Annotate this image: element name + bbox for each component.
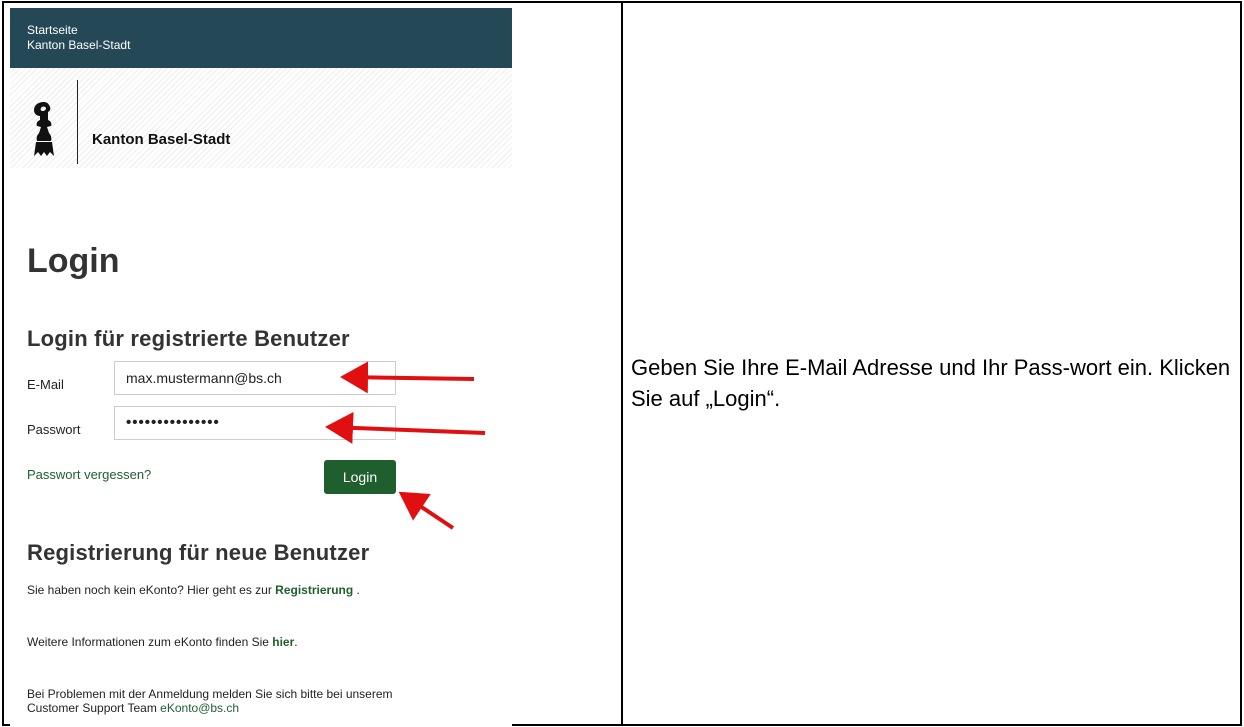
forgot-password-link[interactable]: Passwort vergessen?	[27, 467, 151, 482]
info-text-prefix: Weitere Informationen zum eKonto finden …	[27, 635, 273, 649]
register-heading: Registrierung für neue Benutzer	[27, 540, 370, 565]
register-text-suffix: .	[353, 583, 360, 597]
password-field[interactable]: •••••••••••••••	[114, 406, 396, 440]
kanton-link[interactable]: Kanton Basel-Stadt	[27, 38, 130, 52]
email-field[interactable]: max.mustermann@bs.ch	[114, 361, 396, 395]
support-text-line2: Customer Support Team eKonto@bs.ch	[27, 701, 239, 715]
header-banner	[10, 68, 512, 168]
info-text: Weitere Informationen zum eKonto finden …	[27, 635, 298, 649]
password-label: Passwort	[27, 422, 81, 437]
support-text-line1: Bei Problemen mit der Anmeldung melden S…	[27, 687, 393, 701]
register-link[interactable]: Registrierung	[275, 583, 353, 597]
support-text-prefix: Customer Support Team	[27, 701, 161, 715]
logo-divider	[77, 80, 78, 164]
instruction-text: Geben Sie Ihre E-Mail Adresse und Ihr Pa…	[631, 355, 1231, 411]
startseite-link[interactable]: Startseite	[27, 23, 78, 37]
brand-name: Kanton Basel-Stadt	[92, 131, 231, 148]
info-text-suffix: .	[294, 635, 298, 649]
login-page-screenshot: Startseite Kanton Basel-Stadt Kanton Bas…	[10, 8, 512, 727]
top-navigation-bar: Startseite Kanton Basel-Stadt	[10, 8, 512, 68]
register-text-prefix: Sie haben noch kein eKonto? Hier geht es…	[27, 583, 276, 597]
login-button[interactable]: Login	[324, 460, 396, 494]
login-heading: Login für registrierte Benutzer	[27, 326, 350, 351]
basel-crest-icon	[34, 102, 54, 156]
email-label: E-Mail	[27, 377, 64, 392]
register-text: Sie haben noch kein eKonto? Hier geht es…	[27, 583, 360, 597]
info-link[interactable]: hier	[272, 635, 294, 649]
page-title: Login	[27, 242, 120, 280]
support-email-link[interactable]: eKonto@bs.ch	[160, 701, 239, 715]
